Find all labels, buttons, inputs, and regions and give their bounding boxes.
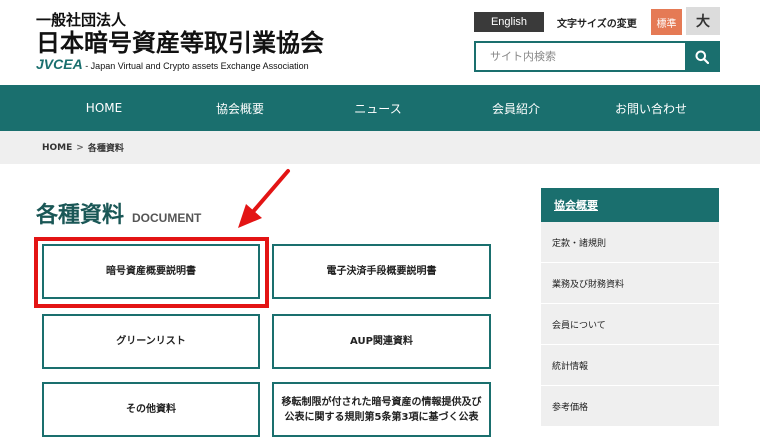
sidebar-item-articles[interactable]: 定款・諸規則 [541, 222, 719, 263]
search-button[interactable] [685, 43, 718, 70]
page-title-en: DOCUMENT [132, 211, 202, 225]
sidebar-item-members[interactable]: 会員について [541, 304, 719, 345]
sidebar-item-finance[interactable]: 業務及び財務資料 [541, 263, 719, 304]
logo-english-line: JVCEA - Japan Virtual and Crypto assets … [36, 57, 324, 73]
search-icon [695, 50, 709, 64]
page-title: 各種資料 DOCUMENT [36, 197, 201, 229]
sidebar-item-reference-price[interactable]: 参考価格 [541, 386, 719, 427]
logo-org-name: 日本暗号資産等取引業協会 [36, 29, 324, 57]
breadcrumb-current: 各種資料 [87, 144, 124, 154]
font-size-large-button[interactable]: 大 [686, 7, 720, 35]
sidebar-heading-label: 協会概要 [554, 199, 598, 212]
font-size-label: 文字サイズの変更 [557, 19, 637, 30]
logo-org-type: 一般社団法人 [36, 11, 127, 29]
doc-button-crypto-overview[interactable]: 暗号資産概要説明書 [42, 244, 260, 299]
page-title-jp: 各種資料 [36, 203, 125, 228]
english-button[interactable]: English [474, 12, 544, 32]
search-input[interactable] [476, 43, 685, 70]
breadcrumb: HOME > 各種資料 [0, 131, 760, 164]
logo-english-name: - Japan Virtual and Crypto assets Exchan… [82, 61, 309, 71]
sidebar-list: 定款・諸規則 業務及び財務資料 会員について 統計情報 参考価格 [541, 222, 719, 427]
sidebar-item-statistics[interactable]: 統計情報 [541, 345, 719, 386]
logo-abbr: JVCEA [36, 56, 83, 72]
doc-button-other[interactable]: その他資料 [42, 382, 260, 437]
red-arrow-icon [238, 169, 290, 228]
nav-item-home[interactable]: HOME [39, 85, 169, 131]
nav-item-about[interactable]: 協会概要 [175, 85, 305, 131]
nav-item-contact[interactable]: お問い合わせ [586, 85, 716, 131]
breadcrumb-home[interactable]: HOME [42, 143, 72, 153]
font-size-standard-button[interactable]: 標準 [651, 9, 682, 35]
site-logo[interactable]: 一般社団法人 日本暗号資産等取引業協会 JVCEA - Japan Virtua… [36, 12, 324, 73]
site-search [474, 41, 720, 72]
sidebar-heading[interactable]: 協会概要 [541, 188, 719, 222]
doc-button-payment-overview[interactable]: 電子決済手段概要説明書 [272, 244, 491, 299]
main-nav: HOME 協会概要 ニュース 会員紹介 お問い合わせ [0, 85, 760, 131]
doc-button-green-list[interactable]: グリーンリスト [42, 314, 260, 369]
doc-button-aup[interactable]: AUP関連資料 [272, 314, 491, 369]
breadcrumb-separator: > [76, 142, 84, 153]
nav-item-members[interactable]: 会員紹介 [451, 85, 581, 131]
nav-item-news[interactable]: ニュース [313, 85, 443, 131]
doc-button-transfer-restriction[interactable]: 移転制限が付された暗号資産の情報提供及び公表に関する規則第5条第3項に基づく公表 [272, 382, 491, 437]
